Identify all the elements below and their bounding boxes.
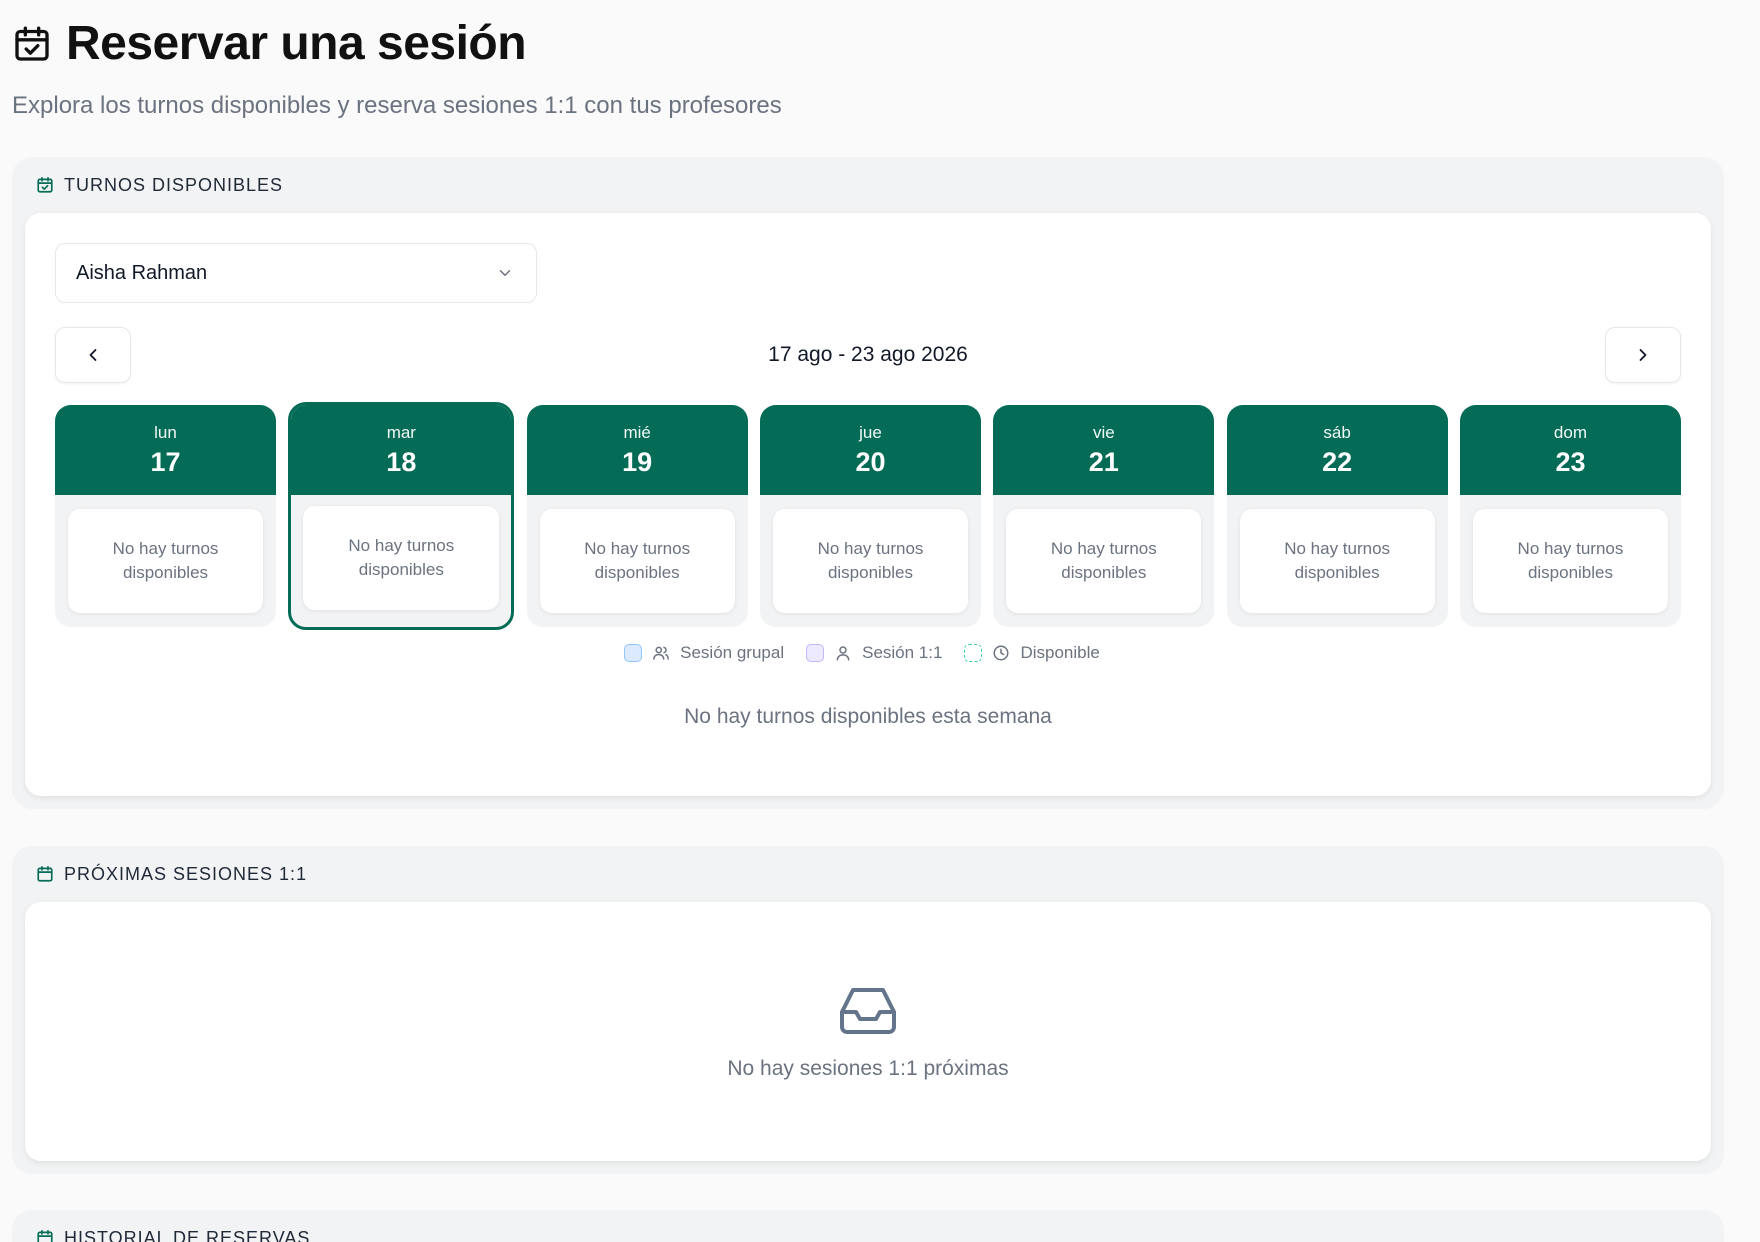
day-header: sáb 22 <box>1226 405 1448 495</box>
day-empty-message: No hay turnos disponibles <box>68 509 263 613</box>
day-column[interactable]: lun 17 No hay turnos disponibles <box>55 405 276 627</box>
teacher-select[interactable]: Aisha Rahman <box>55 243 537 303</box>
day-number: 18 <box>386 446 417 477</box>
next-week-button[interactable] <box>1605 327 1681 383</box>
day-empty-message: No hay turnos disponibles <box>1239 509 1435 613</box>
legend-available: Disponible <box>964 643 1100 663</box>
day-name: vie <box>1092 422 1115 442</box>
week-empty-message: No hay turnos disponibles esta semana <box>684 705 1052 728</box>
day-name: mar <box>386 422 416 442</box>
section-header: PRÓXIMAS SESIONES 1:1 <box>12 846 1724 902</box>
booking-history-section: HISTORIAL DE RESERVAS <box>12 1210 1724 1242</box>
day-header: vie 21 <box>993 405 1215 495</box>
day-number: 22 <box>1322 446 1353 477</box>
empty-state: No hay sesiones 1:1 próximas <box>25 986 1711 1081</box>
page-header: Reservar una sesión Explora los turnos d… <box>12 18 782 120</box>
legend-group-label: Sesión grupal <box>680 643 785 662</box>
day-number: 17 <box>150 446 181 477</box>
day-column[interactable]: vie 21 No hay turnos disponibles <box>993 405 1215 627</box>
day-column[interactable]: jue 20 No hay turnos disponibles <box>759 405 981 627</box>
legend-one-to-one: Sesión 1:1 <box>806 643 942 663</box>
page-title: Reservar una sesión <box>66 17 527 70</box>
clock-icon <box>992 644 1010 662</box>
calendar-check-icon <box>12 24 52 64</box>
day-empty-message: No hay turnos disponibles <box>772 509 968 613</box>
week-range: 17 ago - 23 ago 2026 <box>768 343 968 366</box>
section-header: TURNOS DISPONIBLES <box>12 157 1724 213</box>
day-empty-message: No hay turnos disponibles <box>1006 509 1202 613</box>
inbox-icon <box>839 986 897 1036</box>
day-name: mié <box>623 422 651 442</box>
section-title: HISTORIAL DE RESERVAS <box>64 1227 311 1242</box>
day-empty-message: No hay turnos disponibles <box>1472 509 1668 613</box>
legend: Sesión grupal Sesión 1:1 Disponible <box>25 643 1711 663</box>
legend-one-to-one-label: Sesión 1:1 <box>862 643 943 662</box>
empty-message: No hay sesiones 1:1 próximas <box>727 1057 1009 1080</box>
day-header: mié 19 <box>526 405 748 495</box>
day-column[interactable]: sáb 22 No hay turnos disponibles <box>1226 405 1448 627</box>
one-to-one-swatch <box>806 644 825 662</box>
day-name: dom <box>1553 422 1587 442</box>
day-number: 19 <box>622 446 653 477</box>
section-header: HISTORIAL DE RESERVAS <box>12 1210 1724 1242</box>
previous-week-button[interactable] <box>55 327 131 383</box>
day-header: jue 20 <box>759 405 981 495</box>
page-subtitle: Explora los turnos disponibles y reserva… <box>12 92 782 119</box>
legend-available-label: Disponible <box>1020 643 1100 662</box>
users-icon <box>652 644 670 662</box>
chevron-down-icon <box>496 264 514 282</box>
legend-group-session: Sesión grupal <box>624 643 784 663</box>
day-number: 20 <box>855 446 886 477</box>
day-column-selected[interactable]: mar 18 No hay turnos disponibles <box>288 402 515 630</box>
day-name: lun <box>154 422 177 442</box>
day-header: mar 18 <box>291 405 512 495</box>
day-name: sáb <box>1323 422 1351 442</box>
day-column[interactable]: dom 23 No hay turnos disponibles <box>1459 405 1681 627</box>
calendar-icon <box>36 865 54 883</box>
upcoming-sessions-section: PRÓXIMAS SESIONES 1:1 No hay sesiones 1:… <box>12 846 1724 1174</box>
day-column[interactable]: mié 19 No hay turnos disponibles <box>526 405 748 627</box>
upcoming-sessions-card: No hay sesiones 1:1 próximas <box>25 902 1711 1161</box>
day-empty-message: No hay turnos disponibles <box>539 509 735 613</box>
chevron-left-icon <box>89 349 97 361</box>
day-name: jue <box>859 422 882 442</box>
day-header: lun 17 <box>55 405 276 495</box>
calendar-check-icon <box>36 176 54 194</box>
group-session-swatch <box>624 644 643 662</box>
teacher-select-value: Aisha Rahman <box>76 261 208 284</box>
slots-card: Aisha Rahman 17 ago - 23 ago 2026 lun 17 <box>25 213 1711 796</box>
chevron-right-icon <box>1639 349 1647 361</box>
section-title: PRÓXIMAS SESIONES 1:1 <box>64 863 308 884</box>
day-empty-message: No hay turnos disponibles <box>303 506 500 610</box>
section-title: TURNOS DISPONIBLES <box>64 174 284 195</box>
user-icon <box>834 644 852 662</box>
title-row: Reservar una sesión <box>12 18 782 70</box>
available-swatch <box>964 644 983 662</box>
available-slots-section: TURNOS DISPONIBLES Aisha Rahman 17 ago -… <box>12 157 1724 809</box>
calendar-icon <box>36 1229 54 1242</box>
week-days: lun 17 No hay turnos disponibles mar 18 … <box>55 402 1681 631</box>
day-number: 23 <box>1555 446 1586 477</box>
page: Reservar una sesión Explora los turnos d… <box>0 0 1760 1242</box>
day-header: dom 23 <box>1459 405 1681 495</box>
day-number: 21 <box>1088 446 1119 477</box>
